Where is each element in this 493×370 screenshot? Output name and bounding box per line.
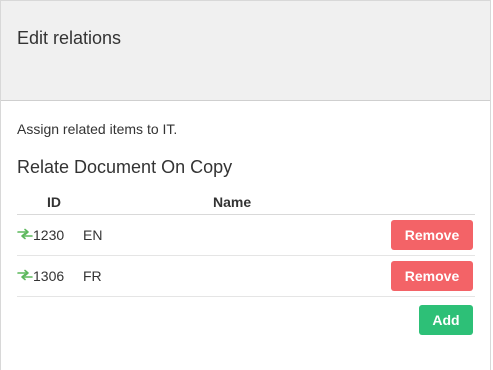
remove-button[interactable]: Remove: [391, 261, 473, 291]
table-row: 1230 EN Remove: [17, 215, 475, 256]
row-id: 1306: [33, 268, 65, 284]
relations-table: ID Name 1230 EN Remove 1306 FR Remove Ad…: [17, 188, 475, 335]
edit-relations-dialog: Edit relations Assign related items to I…: [0, 0, 491, 370]
table-row: 1306 FR Remove: [17, 256, 475, 297]
row-name: FR: [83, 268, 102, 284]
dialog-header: Edit relations: [1, 0, 490, 101]
table-header: ID Name: [17, 188, 475, 215]
link-arrows-icon: [17, 269, 33, 281]
add-button[interactable]: Add: [419, 305, 473, 335]
remove-button[interactable]: Remove: [391, 220, 473, 250]
section-title: Relate Document On Copy: [17, 157, 233, 177]
column-header-name: Name: [213, 194, 252, 210]
row-id: 1230: [33, 227, 65, 243]
column-header-id: ID: [47, 194, 61, 210]
link-arrows-icon: [17, 228, 33, 240]
row-name: EN: [83, 227, 103, 243]
intro-text: Assign related items to IT.: [17, 121, 178, 137]
dialog-title: Edit relations: [17, 28, 122, 48]
